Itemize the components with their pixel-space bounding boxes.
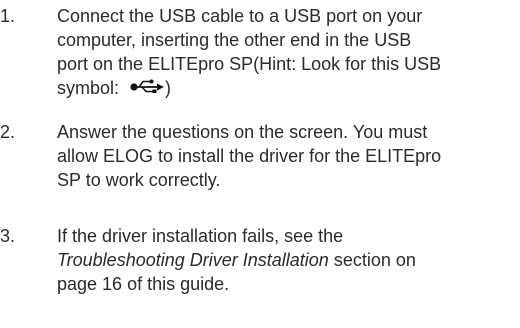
step-line: page 16 of this guide. — [57, 274, 230, 294]
step-line-text: ) — [165, 78, 172, 98]
step-line: If the driver installation fails, see th… — [57, 226, 344, 246]
instruction-list: 1. Connect the USB cable to a USB port o… — [0, 0, 520, 328]
step-text: Answer the questions on the screen. You … — [57, 120, 512, 192]
step-number: 2. — [0, 122, 16, 142]
usb-symbol-icon — [130, 75, 165, 99]
step-line: Connect the USB cable to a USB port on y… — [57, 6, 423, 26]
step-line-text: section on — [328, 250, 416, 270]
step-number: 3. — [0, 226, 16, 246]
step-text: Connect the USB cable to a USB port on y… — [57, 4, 512, 101]
step-line: Answer the questions on the screen. You … — [57, 122, 428, 142]
step-line: computer, inserting the other end in the… — [57, 30, 412, 50]
section-reference: Troubleshooting Driver Installation — [57, 250, 329, 270]
step-line: SP to work correctly. — [57, 170, 221, 190]
step-line-with-icon: symbol: ) — [57, 76, 512, 101]
step-text: If the driver installation fails, see th… — [57, 224, 512, 296]
step-number: 1. — [0, 6, 16, 26]
step-line-text: symbol: — [57, 78, 125, 98]
step-line: port on the ELITEpro SP(Hint: Look for t… — [57, 54, 442, 74]
step-line: allow ELOG to install the driver for the… — [57, 146, 442, 166]
step-line-with-italic: Troubleshooting Driver Installation sect… — [57, 248, 512, 272]
